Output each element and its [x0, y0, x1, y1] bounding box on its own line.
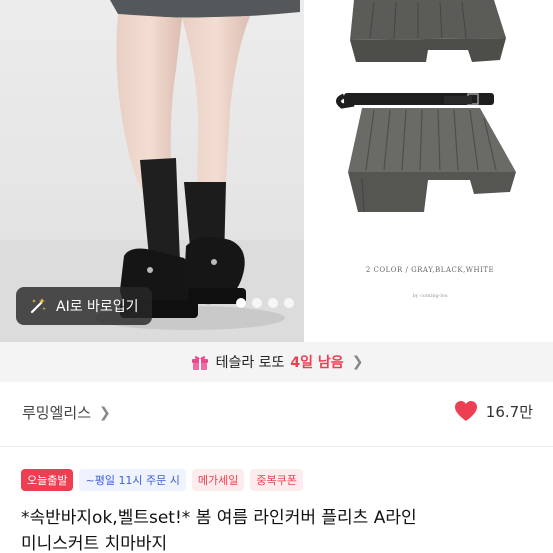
lottery-days-left: 4일 남음	[290, 355, 344, 371]
brand-caption: by coming-los	[412, 293, 448, 299]
ai-try-on-button[interactable]: AI로 바로입기	[16, 287, 152, 325]
like-count: 16.7만	[485, 402, 533, 421]
lottery-banner[interactable]: 테슬라 로또 4일 남음 ❯	[0, 342, 553, 382]
product-detail-photo	[304, 0, 553, 342]
badge-row: 오늘출발 ~평일 11시 주문 시 메가세일 중복쿠폰	[21, 469, 303, 491]
product-title-line-1: *속반바지ok,벨트set!* 봄 여름 라인커버 플리츠 A라인	[21, 508, 417, 528]
chevron-right-icon: ❯	[99, 404, 111, 421]
today-shipping-badge: 오늘출발	[21, 469, 74, 491]
heart-icon	[454, 401, 477, 421]
lottery-label: 테슬라 로또	[215, 355, 285, 371]
product-page: 2 COLOR / GRAY,BLACK,WHITE by coming-los…	[0, 0, 553, 553]
gift-icon	[191, 356, 208, 370]
carousel-dot-1[interactable]	[236, 298, 246, 308]
divider	[0, 446, 553, 447]
skirt-pants-illustration	[336, 0, 516, 213]
ai-try-on-label: AI로 바로입기	[56, 299, 139, 315]
shop-link[interactable]: 루밍엘리스 ❯	[22, 402, 111, 423]
shop-name: 루밍엘리스	[22, 404, 92, 422]
carousel-indicators	[236, 298, 294, 308]
duplicate-coupon-badge: 중복쿠폰	[250, 469, 303, 491]
carousel-dot-2[interactable]	[252, 298, 262, 308]
product-title: *속반바지ok,벨트set!* 봄 여름 라인커버 플리츠 A라인 미니스커트 …	[21, 505, 541, 553]
chevron-right-icon: ❯	[351, 354, 364, 370]
mega-sale-badge: 메가세일	[191, 469, 245, 491]
color-caption: 2 COLOR / GRAY,BLACK,WHITE	[365, 266, 495, 274]
order-cutoff-badge: ~평일 11시 주문 시	[79, 469, 186, 491]
product-image-carousel[interactable]: 2 COLOR / GRAY,BLACK,WHITE by coming-los…	[0, 0, 553, 342]
magic-wand-icon	[30, 298, 46, 314]
like-button[interactable]: 16.7만	[454, 400, 533, 422]
carousel-dot-3[interactable]	[268, 298, 278, 308]
product-title-line-2: 미니스커트 치마바지	[21, 534, 168, 553]
carousel-dot-4[interactable]	[284, 298, 294, 308]
